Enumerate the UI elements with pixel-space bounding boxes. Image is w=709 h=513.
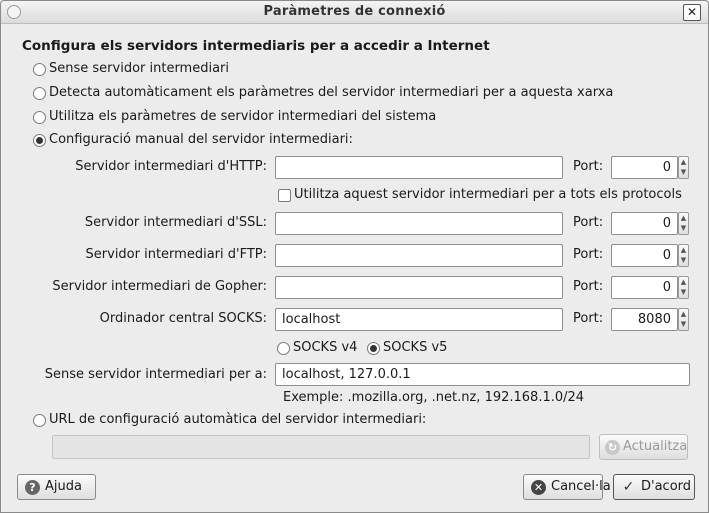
no-proxy-input[interactable]: localhost, 127.0.0.1 bbox=[275, 363, 690, 386]
ftp-port-label: Port: bbox=[573, 247, 604, 262]
no-proxy-example: Exemple: .mozilla.org, .net.nz, 192.168.… bbox=[283, 390, 585, 405]
title-bar[interactable]: Paràmetres de connexió ✕ bbox=[1, 1, 708, 24]
radio-socks-v5[interactable] bbox=[367, 342, 380, 355]
gopher-port-label: Port: bbox=[573, 279, 604, 294]
radio-no-proxy[interactable] bbox=[33, 63, 46, 76]
radio-socks-v4-label[interactable]: SOCKS v4 bbox=[293, 340, 357, 355]
ssl-port-label: Port: bbox=[573, 215, 604, 230]
help-button-label: Ajuda bbox=[45, 479, 82, 494]
spin-up-icon[interactable]: ▲ bbox=[681, 310, 686, 318]
cancel-button[interactable]: ✕ Cancel·la bbox=[523, 474, 611, 500]
spin-down-icon[interactable]: ▼ bbox=[681, 224, 686, 232]
radio-socks-v5-label[interactable]: SOCKS v5 bbox=[383, 340, 447, 355]
share-all-label[interactable]: Utilitza aquest servidor intermediari pe… bbox=[294, 187, 682, 202]
socks-host-label: Ordinador central SOCKS: bbox=[99, 311, 267, 326]
http-proxy-label: Servidor intermediari d'HTTP: bbox=[75, 159, 267, 174]
ftp-port-input[interactable]: 0 bbox=[611, 244, 678, 267]
cancel-icon: ✕ bbox=[531, 480, 546, 495]
spin-down-icon[interactable]: ▼ bbox=[681, 256, 686, 264]
radio-system-proxy-label[interactable]: Utilitza els paràmetres de servidor inte… bbox=[49, 109, 436, 124]
http-port-input[interactable]: 0 bbox=[611, 156, 678, 179]
radio-system-proxy[interactable] bbox=[33, 111, 46, 124]
spin-up-icon[interactable]: ▲ bbox=[681, 214, 686, 222]
ftp-proxy-input[interactable] bbox=[275, 244, 563, 267]
gopher-proxy-label: Servidor intermediari de Gopher: bbox=[52, 279, 267, 294]
cancel-button-label: Cancel·la bbox=[551, 479, 611, 494]
reload-button[interactable]: ↻ Actualitza bbox=[599, 434, 688, 460]
ssl-port-spin-buttons[interactable]: ▲ ▼ bbox=[678, 212, 689, 235]
spin-down-icon[interactable]: ▼ bbox=[681, 320, 686, 328]
socks-port-label: Port: bbox=[573, 311, 604, 326]
radio-manual-proxy[interactable] bbox=[33, 134, 46, 147]
radio-auto-detect[interactable] bbox=[33, 87, 46, 100]
socks-port-spin-buttons[interactable]: ▲ ▼ bbox=[678, 308, 689, 331]
radio-pac-url-label[interactable]: URL de configuració automàtica del servi… bbox=[49, 412, 426, 427]
socks-port-input[interactable]: 8080 bbox=[611, 308, 678, 331]
http-port-spin-buttons[interactable]: ▲ ▼ bbox=[678, 156, 689, 179]
gopher-port-spin-buttons[interactable]: ▲ ▼ bbox=[678, 276, 689, 299]
spin-down-icon[interactable]: ▼ bbox=[681, 168, 686, 176]
ftp-port-spin-buttons[interactable]: ▲ ▼ bbox=[678, 244, 689, 267]
ftp-proxy-label: Servidor intermediari d'FTP: bbox=[85, 247, 267, 262]
radio-no-proxy-label[interactable]: Sense servidor intermediari bbox=[49, 61, 229, 76]
ssl-proxy-label: Servidor intermediari d'SSL: bbox=[84, 215, 267, 230]
ssl-proxy-input[interactable] bbox=[275, 212, 563, 235]
window-title: Paràmetres de connexió bbox=[263, 4, 446, 19]
ok-button-label: D'acord bbox=[641, 479, 692, 494]
ssl-port-input[interactable]: 0 bbox=[611, 212, 678, 235]
socks-host-input[interactable]: localhost bbox=[275, 308, 563, 331]
radio-auto-detect-label[interactable]: Detecta automàticament els paràmetres de… bbox=[49, 85, 613, 100]
spin-up-icon[interactable]: ▲ bbox=[681, 246, 686, 254]
page-heading: Configura els servidors intermediaris pe… bbox=[22, 38, 490, 54]
ok-button[interactable]: ✓ D'acord bbox=[613, 474, 695, 500]
spin-up-icon[interactable]: ▲ bbox=[681, 278, 686, 286]
help-icon: ? bbox=[25, 480, 40, 495]
help-button[interactable]: ? Ajuda bbox=[17, 474, 96, 500]
dialog-window: Paràmetres de connexió ✕ Configura els s… bbox=[0, 0, 709, 513]
reload-button-label: Actualitza bbox=[623, 439, 688, 454]
radio-manual-proxy-label[interactable]: Configuració manual del servidor interme… bbox=[49, 132, 353, 147]
radio-socks-v4[interactable] bbox=[277, 342, 290, 355]
spin-up-icon[interactable]: ▲ bbox=[681, 158, 686, 166]
gopher-proxy-input[interactable] bbox=[275, 276, 563, 299]
http-port-label: Port: bbox=[573, 159, 604, 174]
window-close-button[interactable]: ✕ bbox=[683, 4, 701, 21]
reload-icon: ↻ bbox=[605, 440, 620, 455]
ok-icon: ✓ bbox=[622, 479, 635, 495]
gopher-port-input[interactable]: 0 bbox=[611, 276, 678, 299]
spin-down-icon[interactable]: ▼ bbox=[681, 288, 686, 296]
http-proxy-input[interactable] bbox=[275, 156, 563, 179]
share-all-checkbox[interactable] bbox=[278, 189, 291, 202]
no-proxy-label: Sense servidor intermediari per a: bbox=[44, 367, 267, 382]
pac-url-input[interactable] bbox=[52, 435, 590, 459]
radio-pac-url[interactable] bbox=[33, 414, 46, 427]
